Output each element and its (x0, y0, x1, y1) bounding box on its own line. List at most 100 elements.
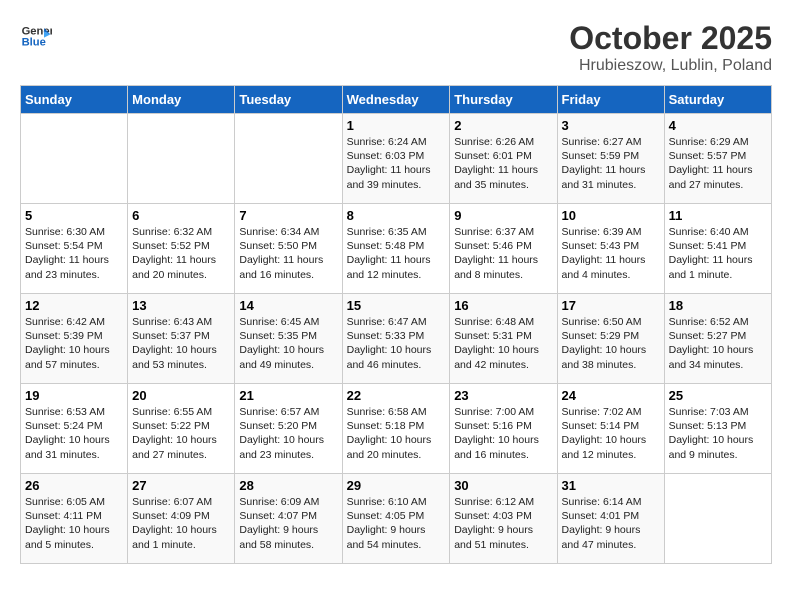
day-info: Sunrise: 6:14 AM Sunset: 4:01 PM Dayligh… (562, 495, 660, 552)
week-row-4: 19 Sunrise: 6:53 AM Sunset: 5:24 PM Dayli… (21, 384, 772, 474)
day-info: Sunrise: 6:58 AM Sunset: 5:18 PM Dayligh… (347, 405, 446, 462)
day-cell (128, 114, 235, 204)
weekday-header-monday: Monday (128, 86, 235, 114)
location-subtitle: Hrubieszow, Lublin, Poland (569, 57, 772, 75)
day-info: Sunrise: 7:00 AM Sunset: 5:16 PM Dayligh… (454, 405, 552, 462)
day-cell: 25 Sunrise: 7:03 AM Sunset: 5:13 PM Dayli… (664, 384, 771, 474)
day-number: 12 (25, 298, 123, 313)
day-number: 16 (454, 298, 552, 313)
day-number: 8 (347, 208, 446, 223)
week-row-2: 5 Sunrise: 6:30 AM Sunset: 5:54 PM Daylig… (21, 204, 772, 294)
day-cell (21, 114, 128, 204)
day-number: 27 (132, 478, 230, 493)
day-cell: 27 Sunrise: 6:07 AM Sunset: 4:09 PM Dayli… (128, 474, 235, 564)
day-info: Sunrise: 6:43 AM Sunset: 5:37 PM Dayligh… (132, 315, 230, 372)
day-number: 2 (454, 118, 552, 133)
day-info: Sunrise: 6:29 AM Sunset: 5:57 PM Dayligh… (669, 135, 767, 192)
day-cell: 31 Sunrise: 6:14 AM Sunset: 4:01 PM Dayli… (557, 474, 664, 564)
day-info: Sunrise: 6:57 AM Sunset: 5:20 PM Dayligh… (239, 405, 337, 462)
day-info: Sunrise: 6:26 AM Sunset: 6:01 PM Dayligh… (454, 135, 552, 192)
page-header: General Blue October 2025 Hrubieszow, Lu… (20, 20, 772, 75)
day-number: 18 (669, 298, 767, 313)
day-cell: 12 Sunrise: 6:42 AM Sunset: 5:39 PM Dayli… (21, 294, 128, 384)
day-info: Sunrise: 7:03 AM Sunset: 5:13 PM Dayligh… (669, 405, 767, 462)
day-info: Sunrise: 6:42 AM Sunset: 5:39 PM Dayligh… (25, 315, 123, 372)
day-info: Sunrise: 6:53 AM Sunset: 5:24 PM Dayligh… (25, 405, 123, 462)
day-info: Sunrise: 6:05 AM Sunset: 4:11 PM Dayligh… (25, 495, 123, 552)
day-number: 23 (454, 388, 552, 403)
logo-icon: General Blue (20, 20, 52, 52)
day-cell: 15 Sunrise: 6:47 AM Sunset: 5:33 PM Dayli… (342, 294, 450, 384)
day-info: Sunrise: 6:47 AM Sunset: 5:33 PM Dayligh… (347, 315, 446, 372)
day-cell: 13 Sunrise: 6:43 AM Sunset: 5:37 PM Dayli… (128, 294, 235, 384)
day-cell (235, 114, 342, 204)
day-cell: 22 Sunrise: 6:58 AM Sunset: 5:18 PM Dayli… (342, 384, 450, 474)
day-info: Sunrise: 6:32 AM Sunset: 5:52 PM Dayligh… (132, 225, 230, 282)
day-number: 9 (454, 208, 552, 223)
day-cell: 23 Sunrise: 7:00 AM Sunset: 5:16 PM Dayli… (450, 384, 557, 474)
day-cell: 19 Sunrise: 6:53 AM Sunset: 5:24 PM Dayli… (21, 384, 128, 474)
title-block: October 2025 Hrubieszow, Lublin, Poland (569, 20, 772, 75)
week-row-5: 26Sunrise: 6:05 AM Sunset: 4:11 PM Dayli… (21, 474, 772, 564)
weekday-header-row: SundayMondayTuesdayWednesdayThursdayFrid… (21, 86, 772, 114)
day-number: 31 (562, 478, 660, 493)
day-cell: 8Sunrise: 6:35 AM Sunset: 5:48 PM Daylig… (342, 204, 450, 294)
week-row-1: 1 Sunrise: 6:24 AM Sunset: 6:03 PM Daylig… (21, 114, 772, 204)
day-cell: 16Sunrise: 6:48 AM Sunset: 5:31 PM Dayli… (450, 294, 557, 384)
day-cell: 5 Sunrise: 6:30 AM Sunset: 5:54 PM Daylig… (21, 204, 128, 294)
day-info: Sunrise: 6:27 AM Sunset: 5:59 PM Dayligh… (562, 135, 660, 192)
day-info: Sunrise: 6:50 AM Sunset: 5:29 PM Dayligh… (562, 315, 660, 372)
day-info: Sunrise: 6:12 AM Sunset: 4:03 PM Dayligh… (454, 495, 552, 552)
weekday-header-thursday: Thursday (450, 86, 557, 114)
day-number: 3 (562, 118, 660, 133)
day-number: 1 (347, 118, 446, 133)
day-info: Sunrise: 6:37 AM Sunset: 5:46 PM Dayligh… (454, 225, 552, 282)
day-number: 15 (347, 298, 446, 313)
day-number: 14 (239, 298, 337, 313)
day-info: Sunrise: 6:40 AM Sunset: 5:41 PM Dayligh… (669, 225, 767, 282)
month-title: October 2025 (569, 20, 772, 57)
day-cell: 4 Sunrise: 6:29 AM Sunset: 5:57 PM Daylig… (664, 114, 771, 204)
day-number: 7 (239, 208, 337, 223)
day-cell: 2 Sunrise: 6:26 AM Sunset: 6:01 PM Daylig… (450, 114, 557, 204)
day-info: Sunrise: 6:07 AM Sunset: 4:09 PM Dayligh… (132, 495, 230, 552)
day-number: 5 (25, 208, 123, 223)
day-info: Sunrise: 6:55 AM Sunset: 5:22 PM Dayligh… (132, 405, 230, 462)
day-number: 4 (669, 118, 767, 133)
day-info: Sunrise: 6:09 AM Sunset: 4:07 PM Dayligh… (239, 495, 337, 552)
weekday-header-wednesday: Wednesday (342, 86, 450, 114)
calendar-table: SundayMondayTuesdayWednesdayThursdayFrid… (20, 85, 772, 564)
day-cell: 10Sunrise: 6:39 AM Sunset: 5:43 PM Dayli… (557, 204, 664, 294)
day-cell: 29Sunrise: 6:10 AM Sunset: 4:05 PM Dayli… (342, 474, 450, 564)
logo: General Blue (20, 20, 52, 52)
day-cell: 30 Sunrise: 6:12 AM Sunset: 4:03 PM Dayli… (450, 474, 557, 564)
day-cell: 6 Sunrise: 6:32 AM Sunset: 5:52 PM Daylig… (128, 204, 235, 294)
day-cell: 11Sunrise: 6:40 AM Sunset: 5:41 PM Dayli… (664, 204, 771, 294)
day-number: 29 (347, 478, 446, 493)
day-number: 10 (562, 208, 660, 223)
day-number: 20 (132, 388, 230, 403)
day-info: Sunrise: 6:34 AM Sunset: 5:50 PM Dayligh… (239, 225, 337, 282)
day-number: 24 (562, 388, 660, 403)
day-cell: 17Sunrise: 6:50 AM Sunset: 5:29 PM Dayli… (557, 294, 664, 384)
weekday-header-tuesday: Tuesday (235, 86, 342, 114)
day-info: Sunrise: 6:52 AM Sunset: 5:27 PM Dayligh… (669, 315, 767, 372)
day-cell: 20 Sunrise: 6:55 AM Sunset: 5:22 PM Dayli… (128, 384, 235, 474)
weekday-header-saturday: Saturday (664, 86, 771, 114)
day-cell: 21Sunrise: 6:57 AM Sunset: 5:20 PM Dayli… (235, 384, 342, 474)
day-cell: 1 Sunrise: 6:24 AM Sunset: 6:03 PM Daylig… (342, 114, 450, 204)
day-number: 25 (669, 388, 767, 403)
day-cell: 24Sunrise: 7:02 AM Sunset: 5:14 PM Dayli… (557, 384, 664, 474)
day-number: 13 (132, 298, 230, 313)
day-number: 22 (347, 388, 446, 403)
day-cell: 26Sunrise: 6:05 AM Sunset: 4:11 PM Dayli… (21, 474, 128, 564)
day-number: 6 (132, 208, 230, 223)
day-info: Sunrise: 6:30 AM Sunset: 5:54 PM Dayligh… (25, 225, 123, 282)
day-number: 30 (454, 478, 552, 493)
day-info: Sunrise: 6:24 AM Sunset: 6:03 PM Dayligh… (347, 135, 446, 192)
weekday-header-friday: Friday (557, 86, 664, 114)
day-cell: 28Sunrise: 6:09 AM Sunset: 4:07 PM Dayli… (235, 474, 342, 564)
day-number: 19 (25, 388, 123, 403)
day-info: Sunrise: 6:45 AM Sunset: 5:35 PM Dayligh… (239, 315, 337, 372)
day-cell: 18 Sunrise: 6:52 AM Sunset: 5:27 PM Dayli… (664, 294, 771, 384)
